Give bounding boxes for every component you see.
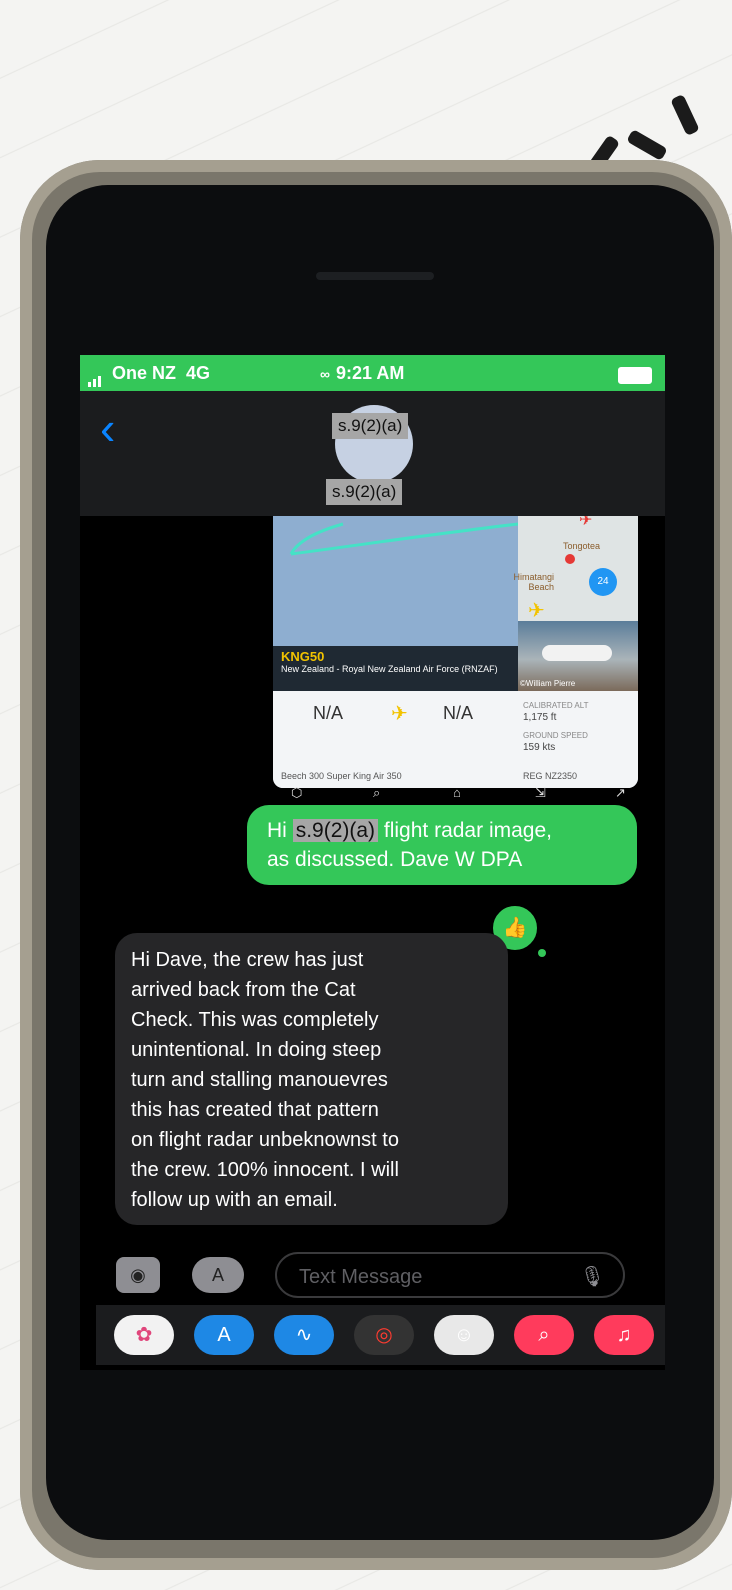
incoming-message-line: the crew. 100% innocent. I will xyxy=(131,1159,399,1181)
operator-name: New Zealand - Royal New Zealand Air Forc… xyxy=(281,664,498,674)
destination-value: N/A xyxy=(443,703,474,723)
route-icon: ⌕ xyxy=(373,785,381,800)
outgoing-prefix: Hi xyxy=(267,819,287,842)
aircraft-icon: ✈ xyxy=(528,600,545,622)
app-store-icon[interactable]: A xyxy=(192,1257,244,1293)
incoming-message-line: follow up with an email. xyxy=(131,1189,338,1211)
app-store-icon[interactable]: A xyxy=(194,1315,254,1355)
network-type: 4G xyxy=(186,363,211,383)
incoming-message-line: arrived back from the Cat xyxy=(131,979,356,1001)
avatar-redaction: s.9(2)(a) xyxy=(332,413,409,439)
outgoing-message-bubble[interactable]: Hi s.9(2)(a) flight radar image, as disc… xyxy=(247,805,637,885)
share-icon: ↗ xyxy=(615,785,626,800)
cable-plug xyxy=(626,128,668,162)
contact-name-redaction[interactable]: s.9(2)(a) xyxy=(326,479,403,505)
aircraft-silhouette xyxy=(542,645,612,661)
incoming-message-bubble[interactable]: Hi Dave, the crew has just arrived back … xyxy=(115,933,508,1225)
flight-radar-image[interactable]: Tongotea Himatangi Beach 24 ✈ ✈ ©William… xyxy=(273,516,638,788)
music-icon[interactable]: ♫ xyxy=(594,1315,654,1355)
ground-speed-label: GROUND SPEED xyxy=(523,731,588,740)
incoming-message-line: Hi Dave, the crew has just xyxy=(131,949,364,971)
radar-map xyxy=(273,516,519,646)
phone-screen: One NZ 4G ∞ 9:21 AM ‹ s.9(2)(a) s.9(2)(a)… xyxy=(80,355,665,1370)
back-chevron-icon[interactable]: ‹ xyxy=(100,405,115,451)
view-3d-icon: ⬡ xyxy=(291,785,303,800)
outgoing-message-line: as discussed. Dave W DPA xyxy=(267,848,523,871)
photo-credit: ©William Pierre xyxy=(520,679,576,688)
map-pin-icon xyxy=(565,554,575,564)
battery-icon xyxy=(618,367,652,384)
incoming-message-line: this has created that pattern xyxy=(131,1099,379,1121)
photos-icon[interactable]: ✿ xyxy=(114,1315,174,1355)
map-place-label: Himatangi Beach xyxy=(513,572,554,592)
message-composer: ◉ A Text Message 🎙 xyxy=(80,1245,665,1305)
search-images-icon[interactable]: ⌕ xyxy=(514,1315,574,1355)
origin-value: N/A xyxy=(313,703,344,723)
aircraft-model: Beech 300 Super King Air 350 xyxy=(281,771,402,781)
signal-icon xyxy=(88,366,103,387)
incoming-message-line: Check. This was completely xyxy=(131,1009,379,1031)
conversation-header: ‹ s.9(2)(a) s.9(2)(a) xyxy=(80,391,665,516)
memoji-icon[interactable]: ☺ xyxy=(434,1315,494,1355)
ground-speed-value: 159 kts xyxy=(523,742,556,753)
flight-info-band: KNG50 New Zealand - Royal New Zealand Ai… xyxy=(273,646,518,691)
flight-id: KNG50 xyxy=(281,649,325,664)
aircraft-icon: ✈ xyxy=(391,703,408,725)
tapback-tail xyxy=(538,949,546,957)
home-icon: ⌂ xyxy=(453,785,461,800)
microphone-icon[interactable]: 🎙 xyxy=(580,1254,605,1300)
cable-plug xyxy=(670,93,700,137)
collapse-icon: ⇲ xyxy=(535,785,546,800)
outgoing-suffix: flight radar image, xyxy=(383,819,552,842)
incoming-message-line: turn and stalling manouevres xyxy=(131,1069,388,1091)
aircraft-registration: REG NZ2350 xyxy=(523,771,578,781)
carrier-label: One NZ xyxy=(112,363,177,383)
earpiece-speaker xyxy=(316,272,434,280)
calibrated-alt-value: 1,175 ft xyxy=(523,712,557,723)
message-input[interactable]: Text Message 🎙 xyxy=(275,1252,625,1298)
incoming-message-line: unintentional. In doing steep xyxy=(131,1039,382,1061)
carrier-name: One NZ 4G xyxy=(112,363,210,384)
outgoing-message-line: Hi s.9(2)(a) flight radar image, xyxy=(267,819,552,843)
message-placeholder: Text Message xyxy=(299,1266,423,1288)
clock: ∞ 9:21 AM xyxy=(320,363,404,384)
aircraft-icon: ✈ xyxy=(579,516,593,529)
status-bar: One NZ 4G ∞ 9:21 AM xyxy=(80,355,665,391)
calibrated-alt-label: CALIBRATED ALT xyxy=(523,701,589,710)
flight-track xyxy=(289,522,519,556)
map-place-label: Tongotea xyxy=(563,541,601,551)
status-time: 9:21 AM xyxy=(335,363,405,383)
card-toolbar: ⬡ ⌕ ⌂ ⇲ ↗ xyxy=(273,785,638,801)
camera-icon[interactable]: ◉ xyxy=(116,1257,160,1293)
imessage-app-strip: ✿ A ∿ ◎ ☺ ⌕ ♫ xyxy=(96,1305,665,1365)
incoming-message-line: on flight radar unbeknownst to xyxy=(131,1129,399,1151)
flightradar-badge-icon: 24 xyxy=(589,568,617,596)
activity-icon[interactable]: ◎ xyxy=(354,1315,414,1355)
link-icon: ∞ xyxy=(320,366,330,382)
flight-stats: N/A ✈ N/A CALIBRATED ALT 1,175 ft GROUND… xyxy=(273,691,638,788)
audio-message-icon[interactable]: ∿ xyxy=(274,1315,334,1355)
recipient-redaction: s.9(2)(a) xyxy=(292,819,379,842)
